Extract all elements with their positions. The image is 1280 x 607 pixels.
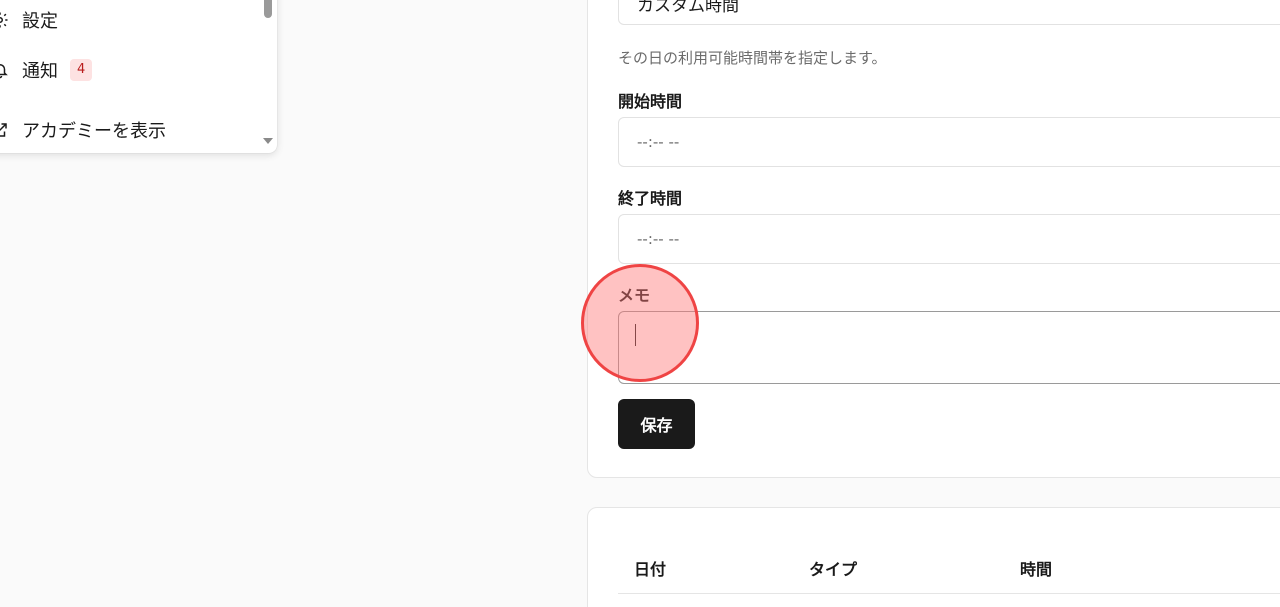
column-header-time[interactable]: 時間 (1020, 556, 1052, 580)
menu-item-notifications[interactable]: 通知 4 (0, 55, 93, 85)
helper-text: その日の利用可能時間帯を指定します。 (618, 49, 887, 67)
end-time-input[interactable]: --:-- -- (618, 214, 1280, 264)
memo-label: メモ (618, 286, 651, 305)
menu-item-label: アカデミーを表示 (22, 121, 166, 142)
start-time-input[interactable]: --:-- -- (618, 117, 1280, 167)
menu-item-settings[interactable]: 設定 (0, 5, 58, 35)
text-caret (635, 324, 636, 346)
menu-scrollbar[interactable] (263, 0, 275, 153)
start-time-label: 開始時間 (618, 92, 683, 111)
save-button[interactable]: 保存 (618, 399, 695, 449)
column-header-date[interactable]: 日付 (634, 556, 666, 580)
start-time-placeholder: --:-- -- (637, 133, 680, 151)
scrollbar-thumb[interactable] (264, 0, 272, 18)
column-header-type[interactable]: タイプ (809, 556, 857, 580)
menu-item-label: 設定 (22, 11, 58, 32)
menu-item-academy[interactable]: アカデミーを表示 (0, 115, 166, 145)
memo-textarea[interactable] (618, 311, 1280, 384)
gear-icon (0, 10, 10, 30)
table-header-divider (618, 593, 1280, 594)
availability-type-select[interactable]: カスタム時間 (618, 0, 1280, 25)
external-link-icon (0, 120, 10, 140)
availability-table-card: 日付 タイプ 時間 (587, 507, 1280, 607)
menu-item-label: 通知 (22, 61, 58, 82)
bell-icon (0, 60, 10, 80)
scroll-down-arrow-icon[interactable] (263, 138, 273, 144)
end-time-placeholder: --:-- -- (637, 230, 680, 248)
user-dropdown-menu: 設定 通知 4 アカデミーを表示 (0, 0, 277, 153)
availability-form-card: カスタム時間 その日の利用可能時間帯を指定します。 開始時間 --:-- -- … (587, 0, 1280, 478)
availability-type-value: カスタム時間 (637, 0, 739, 16)
notification-count-badge: 4 (70, 59, 93, 81)
end-time-label: 終了時間 (618, 189, 683, 208)
